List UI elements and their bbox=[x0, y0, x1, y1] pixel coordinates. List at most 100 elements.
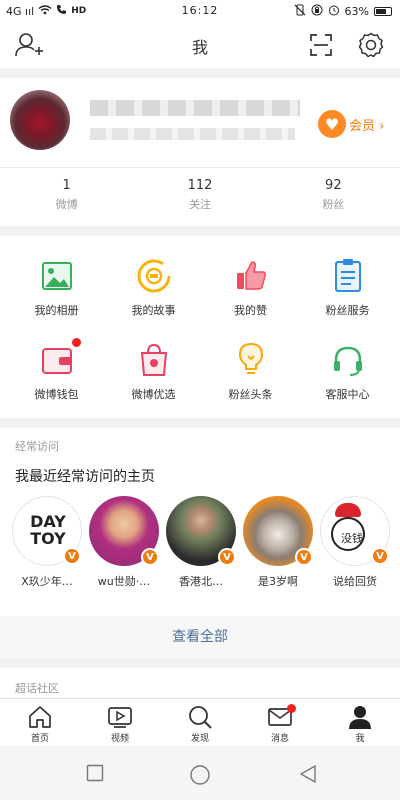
video-icon bbox=[107, 704, 133, 730]
grid-label: 我的相册 bbox=[34, 304, 79, 317]
grid-item-likes[interactable]: 我的赞 bbox=[202, 256, 299, 318]
vibrate-icon bbox=[294, 4, 306, 19]
visited-name: 说给回货 bbox=[333, 575, 377, 588]
section-subtitle: 我最近经常访问的主页 bbox=[15, 469, 155, 485]
view-all-button[interactable]: 查看全部 bbox=[0, 616, 400, 658]
grid-label: 我的赞 bbox=[234, 304, 267, 317]
bottom-tab-bar: 首页 视频 发现 消息 我 bbox=[0, 698, 400, 746]
grid-row: 我的相册 我的故事 我的赞 粉丝服务 bbox=[0, 256, 400, 318]
system-nav-bar bbox=[0, 746, 400, 800]
logo-text: 没钱 bbox=[341, 532, 363, 545]
visited-account[interactable]: V wu世勋·… bbox=[89, 496, 159, 589]
lock-icon bbox=[311, 4, 323, 19]
visited-name: 香港北… bbox=[179, 575, 223, 588]
verified-badge: V bbox=[218, 548, 236, 566]
tab-messages[interactable]: 消息 bbox=[240, 699, 320, 746]
notification-dot bbox=[71, 338, 81, 347]
headset-icon bbox=[328, 340, 368, 380]
user-avatar[interactable] bbox=[10, 90, 70, 150]
username-blurred bbox=[90, 100, 300, 116]
stat-followers[interactable]: 92 粉丝 bbox=[267, 178, 400, 212]
top-nav: 我 bbox=[0, 22, 400, 68]
grid-item-fan-headlines[interactable]: 粉丝头条 bbox=[202, 340, 299, 402]
grid-item-customer-service[interactable]: 客服中心 bbox=[299, 340, 396, 402]
visited-avatar: 没钱 V bbox=[320, 496, 390, 566]
stat-label: 关注 bbox=[188, 198, 211, 211]
grid-label: 粉丝头条 bbox=[228, 388, 273, 401]
notification-dot bbox=[287, 704, 296, 713]
vip-badge-icon: ♥ bbox=[318, 110, 346, 138]
vip-member-button[interactable]: ♥ 会员 › bbox=[318, 110, 384, 138]
community-section[interactable]: 超话社区 bbox=[0, 668, 400, 698]
visited-name: 是3岁啊 bbox=[258, 575, 298, 588]
grid-item-wallet[interactable]: 微博钱包 bbox=[8, 338, 105, 402]
visited-account[interactable]: DAY TOY V X玖少年… bbox=[12, 496, 82, 589]
visited-avatar: V bbox=[89, 496, 159, 566]
visited-account[interactable]: V 是3岁啊 bbox=[243, 496, 313, 589]
grid-label: 微博钱包 bbox=[34, 388, 79, 401]
tab-label: 首页 bbox=[30, 734, 49, 744]
home-icon bbox=[27, 704, 53, 730]
tab-me[interactable]: 我 bbox=[320, 699, 400, 746]
status-right: 63% bbox=[294, 4, 392, 19]
section-title: 经常访问 bbox=[15, 440, 59, 453]
grid-item-fan-service[interactable]: 粉丝服务 bbox=[299, 256, 396, 318]
settings-icon[interactable] bbox=[356, 30, 386, 60]
stat-label: 粉丝 bbox=[322, 198, 345, 211]
battery-level: 63% bbox=[344, 5, 369, 18]
bio-blurred bbox=[90, 128, 295, 140]
visited-avatar: V bbox=[243, 496, 313, 566]
home-button[interactable] bbox=[189, 764, 211, 790]
tab-label: 消息 bbox=[270, 734, 289, 744]
grid-row: 微博钱包 微博优选 粉丝头条 客服中心 bbox=[0, 338, 400, 402]
stat-weibo[interactable]: 1 微博 bbox=[0, 178, 133, 212]
visited-account[interactable]: V 香港北… bbox=[166, 496, 236, 589]
clipboard-icon bbox=[328, 256, 368, 296]
stat-count: 1 bbox=[62, 178, 71, 193]
verified-badge: V bbox=[371, 547, 389, 565]
wallet-icon bbox=[37, 338, 81, 380]
status-bar: 4G ııl HD 16:12 63% bbox=[0, 0, 400, 22]
discover-icon bbox=[187, 704, 213, 730]
back-button[interactable] bbox=[298, 764, 318, 788]
visited-name: wu世勋·… bbox=[97, 575, 151, 588]
profile-icon bbox=[347, 704, 373, 730]
recent-apps-button[interactable] bbox=[86, 764, 104, 786]
vip-label: 会员 › bbox=[349, 118, 385, 134]
stat-label: 微博 bbox=[55, 198, 78, 211]
scan-icon[interactable] bbox=[306, 30, 336, 60]
visited-account[interactable]: 没钱 V 说给回货 bbox=[320, 496, 390, 589]
stat-count: 92 bbox=[325, 178, 342, 193]
grid-item-story[interactable]: 我的故事 bbox=[105, 256, 202, 318]
tab-label: 我 bbox=[355, 734, 365, 744]
verified-badge: V bbox=[63, 547, 81, 565]
logo-text: TOY bbox=[30, 529, 66, 548]
thumbs-up-icon bbox=[231, 256, 271, 296]
message-icon bbox=[267, 704, 296, 730]
grid-label: 粉丝服务 bbox=[325, 304, 370, 317]
tab-home[interactable]: 首页 bbox=[0, 699, 80, 746]
grid-label: 客服中心 bbox=[325, 388, 370, 401]
lightbulb-icon bbox=[231, 340, 271, 380]
stat-following[interactable]: 112 关注 bbox=[133, 178, 266, 212]
tab-discover[interactable]: 发现 bbox=[160, 699, 240, 746]
grid-item-weibo-select[interactable]: 微博优选 bbox=[105, 340, 202, 402]
visited-avatar: DAY TOY V bbox=[12, 496, 82, 566]
grid-label: 我的故事 bbox=[131, 304, 176, 317]
story-icon bbox=[134, 256, 174, 296]
tab-label: 发现 bbox=[190, 734, 209, 744]
frequent-visits-card: 经常访问 我最近经常访问的主页 DAY TOY V X玖少年… V wu世勋·…… bbox=[0, 428, 400, 658]
verified-badge: V bbox=[141, 548, 159, 566]
verified-badge: V bbox=[295, 548, 313, 566]
logo-text: DAY bbox=[30, 512, 66, 531]
page-title: 我 bbox=[191, 38, 208, 57]
grid-item-photo-album[interactable]: 我的相册 bbox=[8, 256, 105, 318]
alarm-icon bbox=[328, 4, 340, 19]
stats-row: 1 微博 112 关注 92 粉丝 bbox=[0, 178, 400, 212]
tab-video[interactable]: 视频 bbox=[80, 699, 160, 746]
grid-label: 微博优选 bbox=[131, 388, 176, 401]
tab-label: 视频 bbox=[110, 734, 129, 744]
shopping-bag-icon bbox=[134, 340, 174, 380]
profile-card[interactable]: ♥ 会员 › 1 微博 112 关注 92 粉丝 bbox=[0, 78, 400, 226]
divider bbox=[0, 167, 400, 168]
